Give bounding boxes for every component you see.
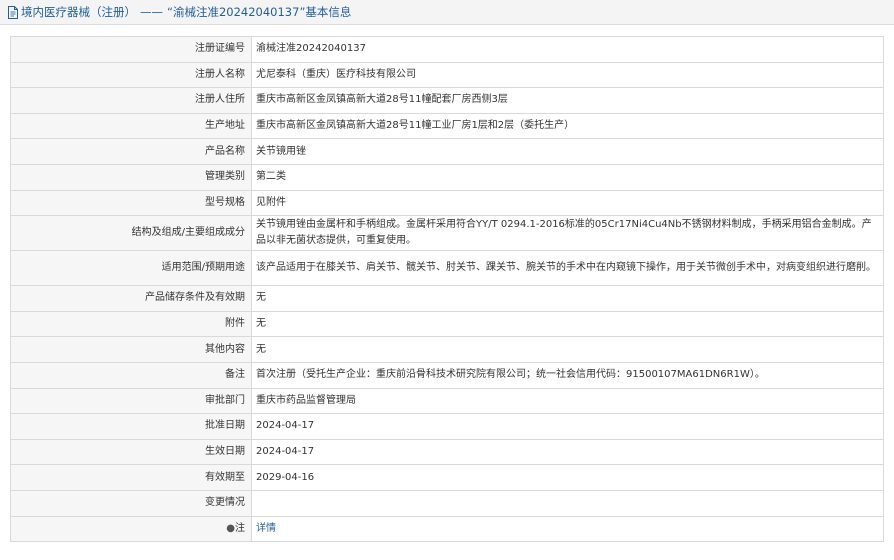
pin-icon: ● — [226, 522, 235, 534]
breadcrumb-category[interactable]: 境内医疗器械（注册） — [21, 4, 136, 20]
row-label: 备注 — [10, 361, 252, 389]
details-link[interactable]: 详情 — [256, 523, 276, 534]
note-row: ●注 详情 — [10, 515, 884, 543]
breadcrumb: 境内医疗器械（注册） —— “渝械注准20242040137”基本信息 — [0, 0, 894, 25]
table-row: 变更情况 — [10, 489, 884, 517]
table-row: 批准日期 2024-04-17 — [10, 413, 884, 440]
row-value: 关节镜用锉 — [251, 138, 884, 165]
row-value: 渝械注准20242040137 — [251, 36, 884, 63]
row-label: 注册证编号 — [10, 36, 252, 63]
table-row: 结构及组成/主要组成成分 关节镜用锉由金属杆和手柄组成。金属杆采用符合YY/T 0… — [10, 215, 884, 252]
table-row: 有效期至 2029-04-16 — [10, 464, 884, 491]
note-label: 注 — [235, 522, 245, 534]
row-label: 生产地址 — [10, 112, 252, 140]
row-label: 生效日期 — [10, 438, 252, 466]
table-row: 备注 首次注册（受托生产企业：重庆前沿骨科技术研究院有限公司；统一社会信用代码：9… — [10, 361, 884, 389]
row-label: 其他内容 — [10, 336, 252, 363]
row-value: 第二类 — [251, 163, 884, 191]
table-row: 型号规格 见附件 — [10, 189, 884, 217]
page-title: “渝械注准20242040137”基本信息 — [167, 5, 352, 19]
table-row: 其他内容无 — [10, 336, 884, 363]
row-value: 2024-04-17 — [251, 438, 884, 466]
row-value: 尤尼泰科（重庆）医疗科技有限公司 — [251, 61, 884, 89]
table-row: 产品名称 关节镜用锉 — [10, 138, 884, 165]
note-label-cell: ●注 — [10, 515, 252, 543]
row-value: 首次注册（受托生产企业：重庆前沿骨科技术研究院有限公司；统一社会信用代码：915… — [251, 361, 884, 389]
table-row: 产品储存条件及有效期无 — [10, 285, 884, 312]
row-value: 见附件 — [251, 189, 884, 217]
breadcrumb-separator: —— — [140, 5, 163, 19]
row-value: 该产品适用于在膝关节、肩关节、髋关节、肘关节、踝关节、腕关节的手术中在内窥镜下操… — [251, 250, 884, 287]
row-value — [251, 489, 884, 517]
info-table: 注册证编号 渝械注准20242040137 注册人名称 尤尼泰科（重庆）医疗科技有限… — [10, 36, 884, 543]
row-value: 2024-04-17 — [251, 413, 884, 440]
row-value: 2029-04-16 — [251, 464, 884, 491]
row-label: 管理类别 — [10, 163, 252, 191]
row-label: 批准日期 — [10, 413, 252, 440]
row-value: 重庆市高新区金凤镇高新大道28号11幢配套厂房西侧3层 — [251, 87, 884, 114]
row-label: 产品储存条件及有效期 — [10, 285, 252, 312]
row-label: 产品名称 — [10, 138, 252, 165]
row-value: 无 — [251, 310, 884, 338]
row-label: 注册人名称 — [10, 61, 252, 89]
row-label: 型号规格 — [10, 189, 252, 217]
table-row: 附件无 — [10, 310, 884, 338]
table-row: 生效日期 2024-04-17 — [10, 438, 884, 466]
table-row: 审批部门 重庆市药品监督管理局 — [10, 387, 884, 415]
row-label: 附件 — [10, 310, 252, 338]
row-value: 无 — [251, 336, 884, 363]
row-label: 变更情况 — [10, 489, 252, 517]
row-label: 结构及组成/主要组成成分 — [10, 215, 252, 252]
row-value: 重庆市药品监督管理局 — [251, 387, 884, 415]
row-value: 关节镜用锉由金属杆和手柄组成。金属杆采用符合YY/T 0294.1-2016标准… — [251, 215, 884, 252]
table-row: 生产地址 重庆市高新区金凤镇高新大道28号11幢工业厂房1层和2层（委托生产） — [10, 112, 884, 140]
table-row: 管理类别 第二类 — [10, 163, 884, 191]
table-row: 适用范围/预期用途 该产品适用于在膝关节、肩关节、髋关节、肘关节、踝关节、腕关节的… — [10, 250, 884, 287]
table-row: 注册证编号 渝械注准20242040137 — [10, 36, 884, 63]
row-label: 审批部门 — [10, 387, 252, 415]
row-value: 重庆市高新区金凤镇高新大道28号11幢工业厂房1层和2层（委托生产） — [251, 112, 884, 140]
row-label: 适用范围/预期用途 — [10, 250, 252, 287]
table-row: 注册人住所 重庆市高新区金凤镇高新大道28号11幢配套厂房西侧3层 — [10, 87, 884, 114]
row-label: 有效期至 — [10, 464, 252, 491]
row-value: 无 — [251, 285, 884, 312]
note-value-cell: 详情 — [251, 515, 884, 543]
document-icon — [8, 5, 18, 19]
row-label: 注册人住所 — [10, 87, 252, 114]
table-row: 注册人名称 尤尼泰科（重庆）医疗科技有限公司 — [10, 61, 884, 89]
